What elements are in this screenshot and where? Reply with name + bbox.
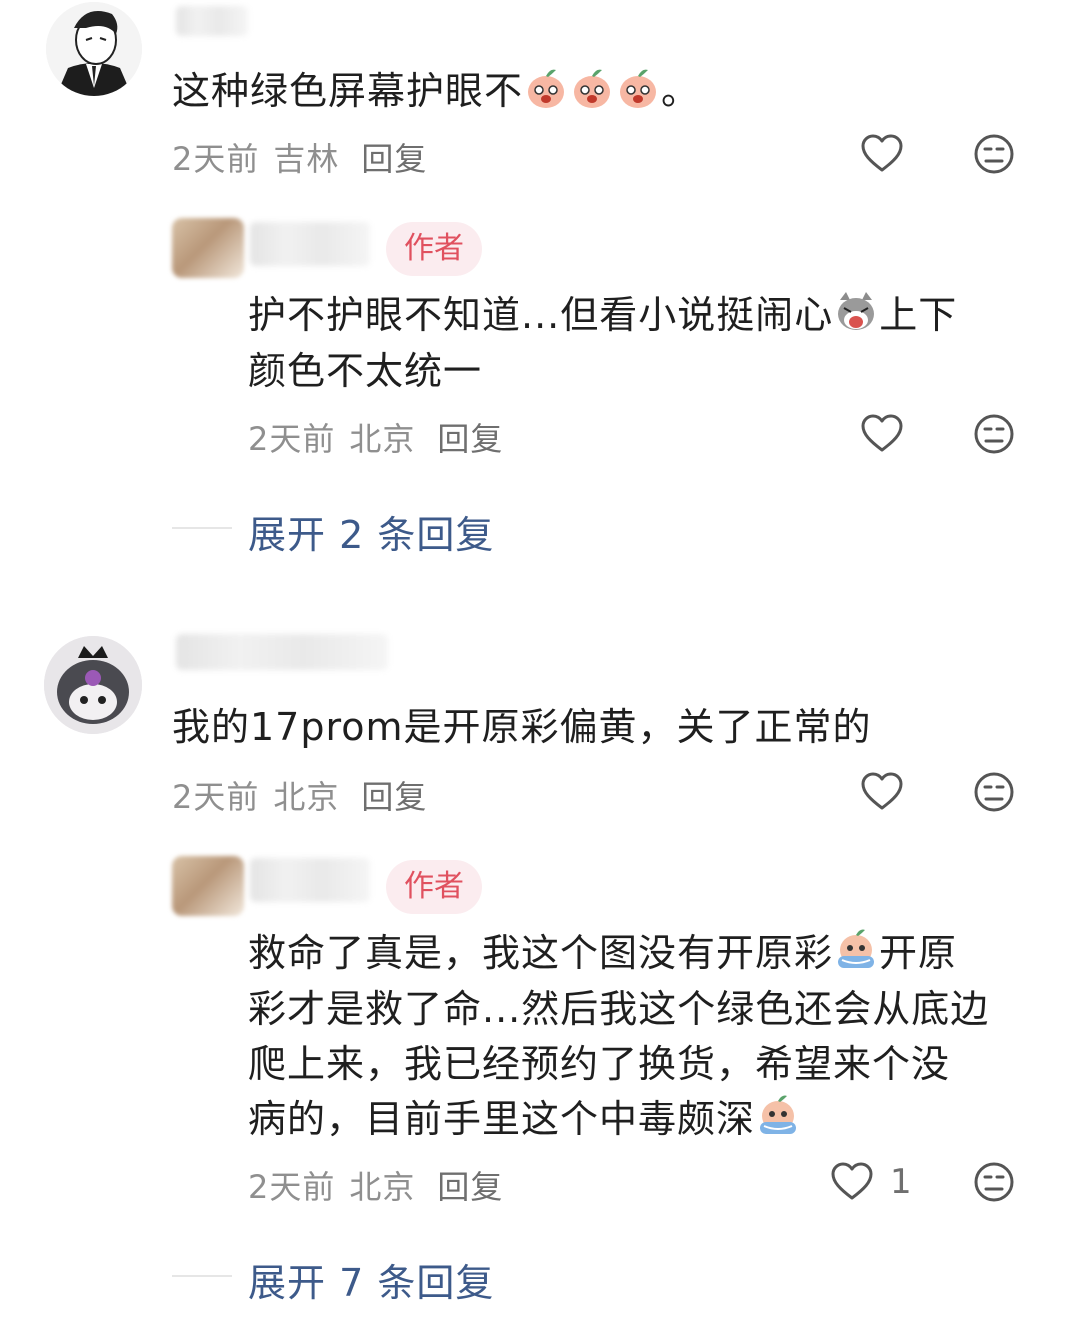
heart-outline-icon[interactable] bbox=[860, 132, 904, 176]
reply-text-line-2: 颜色不太统一 bbox=[248, 349, 483, 393]
username-blurred[interactable] bbox=[176, 634, 388, 670]
timestamp: 2天前 bbox=[172, 778, 260, 816]
heart-outline-icon[interactable] bbox=[860, 412, 904, 456]
heart-outline-icon[interactable] bbox=[830, 1160, 874, 1204]
reply-text-line-3: 爬上来，我已经预约了换货，希望来个没 bbox=[248, 1042, 951, 1086]
peach-emoji bbox=[569, 69, 615, 113]
peach-cry-emoji bbox=[833, 929, 879, 975]
meh-face-icon[interactable] bbox=[972, 412, 1016, 456]
cat-emoji bbox=[833, 292, 879, 337]
username-blurred[interactable] bbox=[176, 6, 248, 36]
meh-face-icon[interactable] bbox=[972, 132, 1016, 176]
peach-cry-emoji bbox=[755, 1095, 801, 1141]
reply-meta: 2天前 北京 回复 bbox=[248, 1162, 517, 1208]
location: 吉林 bbox=[273, 140, 340, 178]
reply-text-line-4: 病的，目前手里这个中毒颇深 bbox=[248, 1092, 801, 1147]
meh-face-icon[interactable] bbox=[972, 1160, 1016, 1204]
reply-meta: 2天前 北京 回复 bbox=[248, 414, 517, 460]
reply-text-line-1: 护不护眼不知道...但看小说挺闹心 上下 bbox=[248, 292, 958, 337]
location: 北京 bbox=[349, 1168, 416, 1206]
peach-emoji bbox=[523, 69, 569, 113]
reply-button[interactable]: 回复 bbox=[437, 420, 503, 458]
like-count: 1 bbox=[890, 1162, 912, 1202]
author-badge: 作者 bbox=[386, 860, 482, 914]
heart-outline-icon[interactable] bbox=[860, 770, 904, 814]
reply-button[interactable]: 回复 bbox=[361, 778, 427, 816]
reply-avatar-blurred[interactable] bbox=[172, 856, 244, 916]
author-badge: 作者 bbox=[386, 222, 482, 276]
timestamp: 2天前 bbox=[248, 1168, 336, 1206]
divider bbox=[172, 527, 232, 529]
comment-meta: 2天前 北京 回复 bbox=[172, 772, 441, 818]
user-avatar[interactable] bbox=[44, 636, 142, 734]
divider bbox=[172, 1275, 232, 1277]
comment-meta: 2天前 吉林 回复 bbox=[172, 134, 441, 180]
user-avatar[interactable] bbox=[46, 2, 142, 96]
expand-replies-button[interactable]: 展开 7 条回复 bbox=[248, 1252, 494, 1307]
reply-text-line-1: 救命了真是，我这个图没有开原彩 开原 bbox=[248, 929, 958, 975]
location: 北京 bbox=[349, 420, 416, 458]
timestamp: 2天前 bbox=[172, 140, 260, 178]
location: 北京 bbox=[273, 778, 340, 816]
timestamp: 2天前 bbox=[248, 420, 336, 458]
comment-text: 这种绿色屏幕护眼不。 bbox=[172, 69, 701, 113]
reply-username-blurred[interactable] bbox=[250, 222, 370, 266]
reply-username-blurred[interactable] bbox=[250, 858, 370, 902]
meh-face-icon[interactable] bbox=[972, 770, 1016, 814]
reply-text-line-2: 彩才是救了命...然后我这个绿色还会从底边 bbox=[248, 987, 990, 1031]
reply-button[interactable]: 回复 bbox=[361, 140, 427, 178]
peach-emoji bbox=[615, 69, 661, 113]
comment-text: 我的17prom是开原彩偏黄，关了正常的 bbox=[172, 705, 872, 749]
reply-button[interactable]: 回复 bbox=[437, 1168, 503, 1206]
reply-avatar-blurred[interactable] bbox=[172, 218, 244, 278]
expand-replies-button[interactable]: 展开 2 条回复 bbox=[248, 504, 494, 559]
